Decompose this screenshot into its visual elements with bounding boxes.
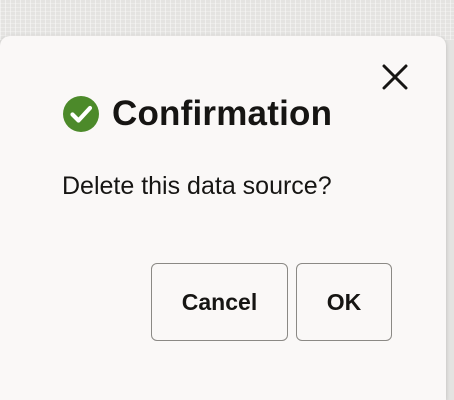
close-button[interactable]: [376, 60, 414, 98]
dialog-title: Confirmation: [112, 94, 333, 133]
confirmation-dialog: Confirmation Delete this data source? Ca…: [0, 36, 446, 400]
cancel-button[interactable]: Cancel: [151, 263, 288, 341]
dialog-message: Delete this data source?: [62, 172, 332, 200]
check-circle-icon: [62, 95, 100, 133]
ok-button[interactable]: OK: [296, 263, 392, 341]
dialog-header: Confirmation: [62, 92, 332, 136]
close-icon: [382, 64, 408, 95]
background-texture: [0, 0, 454, 40]
